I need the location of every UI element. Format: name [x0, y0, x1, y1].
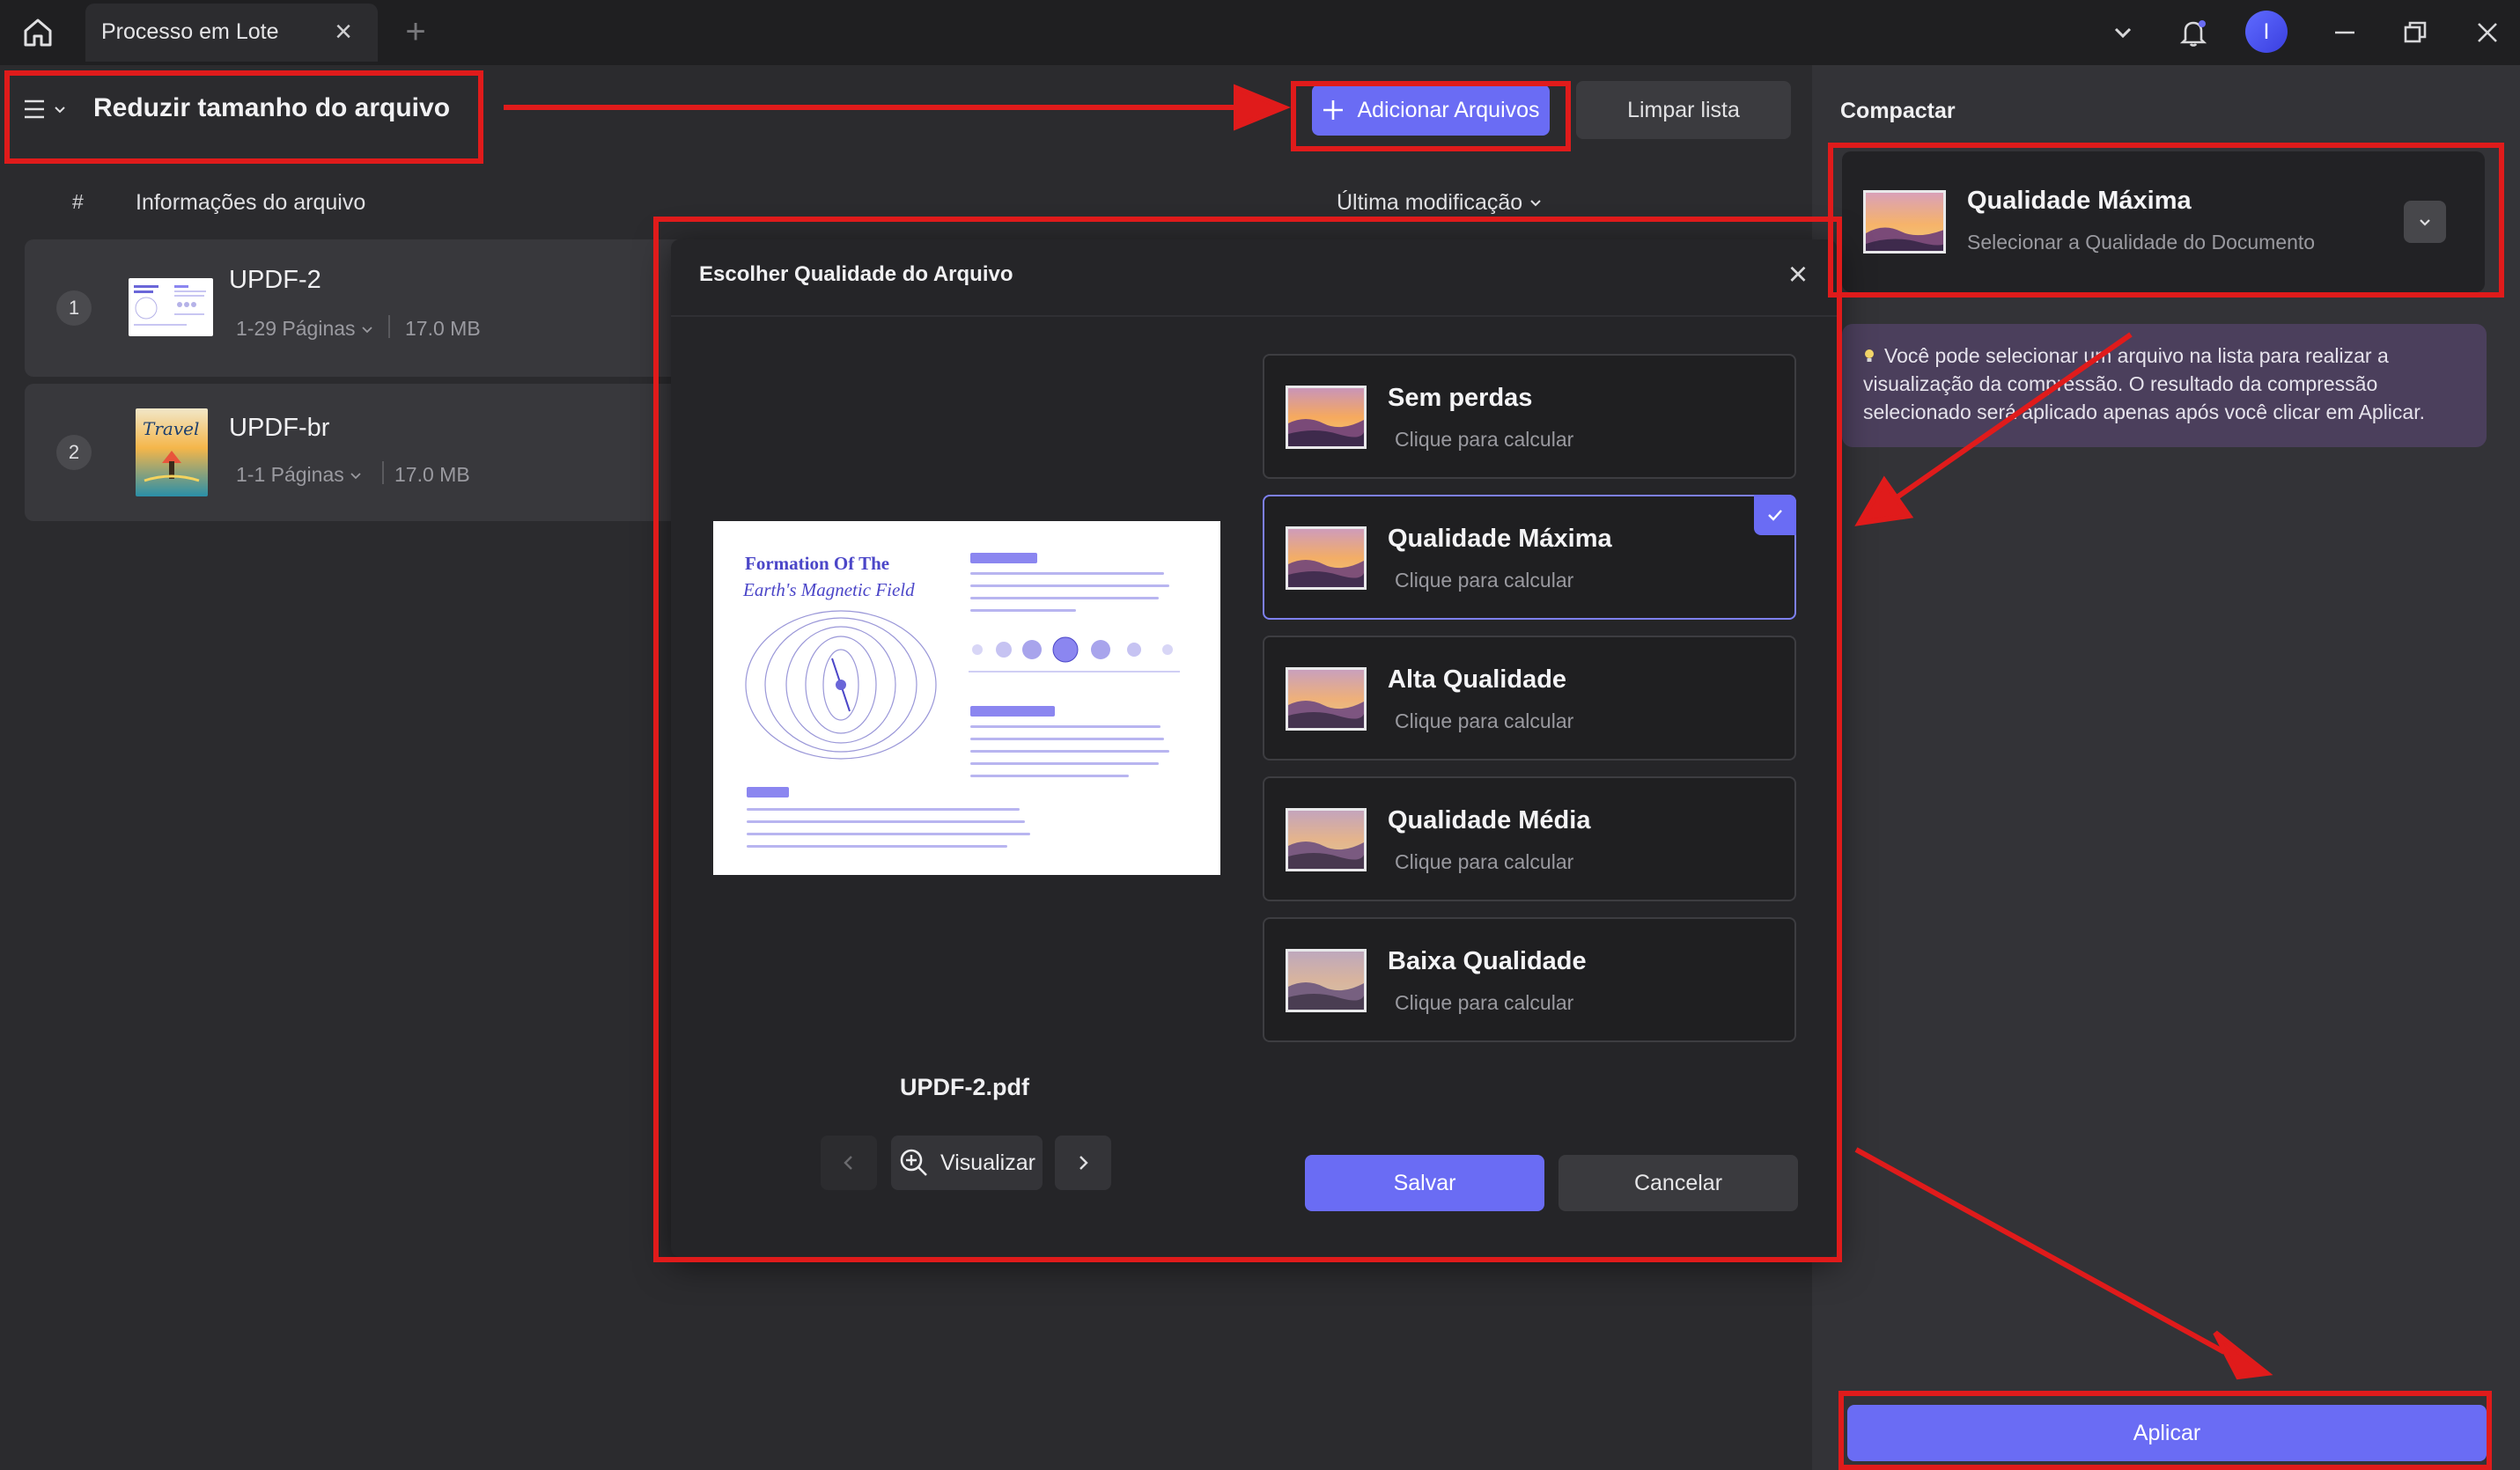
annotation-arrows	[504, 84, 2273, 1380]
annotation-arrowhead	[2213, 1330, 2273, 1380]
annotation-arrowhead	[1854, 475, 1914, 526]
annotation-arrow	[1891, 332, 2133, 503]
annotation-arrowhead	[1234, 84, 1291, 131]
annotation-arrow	[1854, 1147, 2226, 1355]
